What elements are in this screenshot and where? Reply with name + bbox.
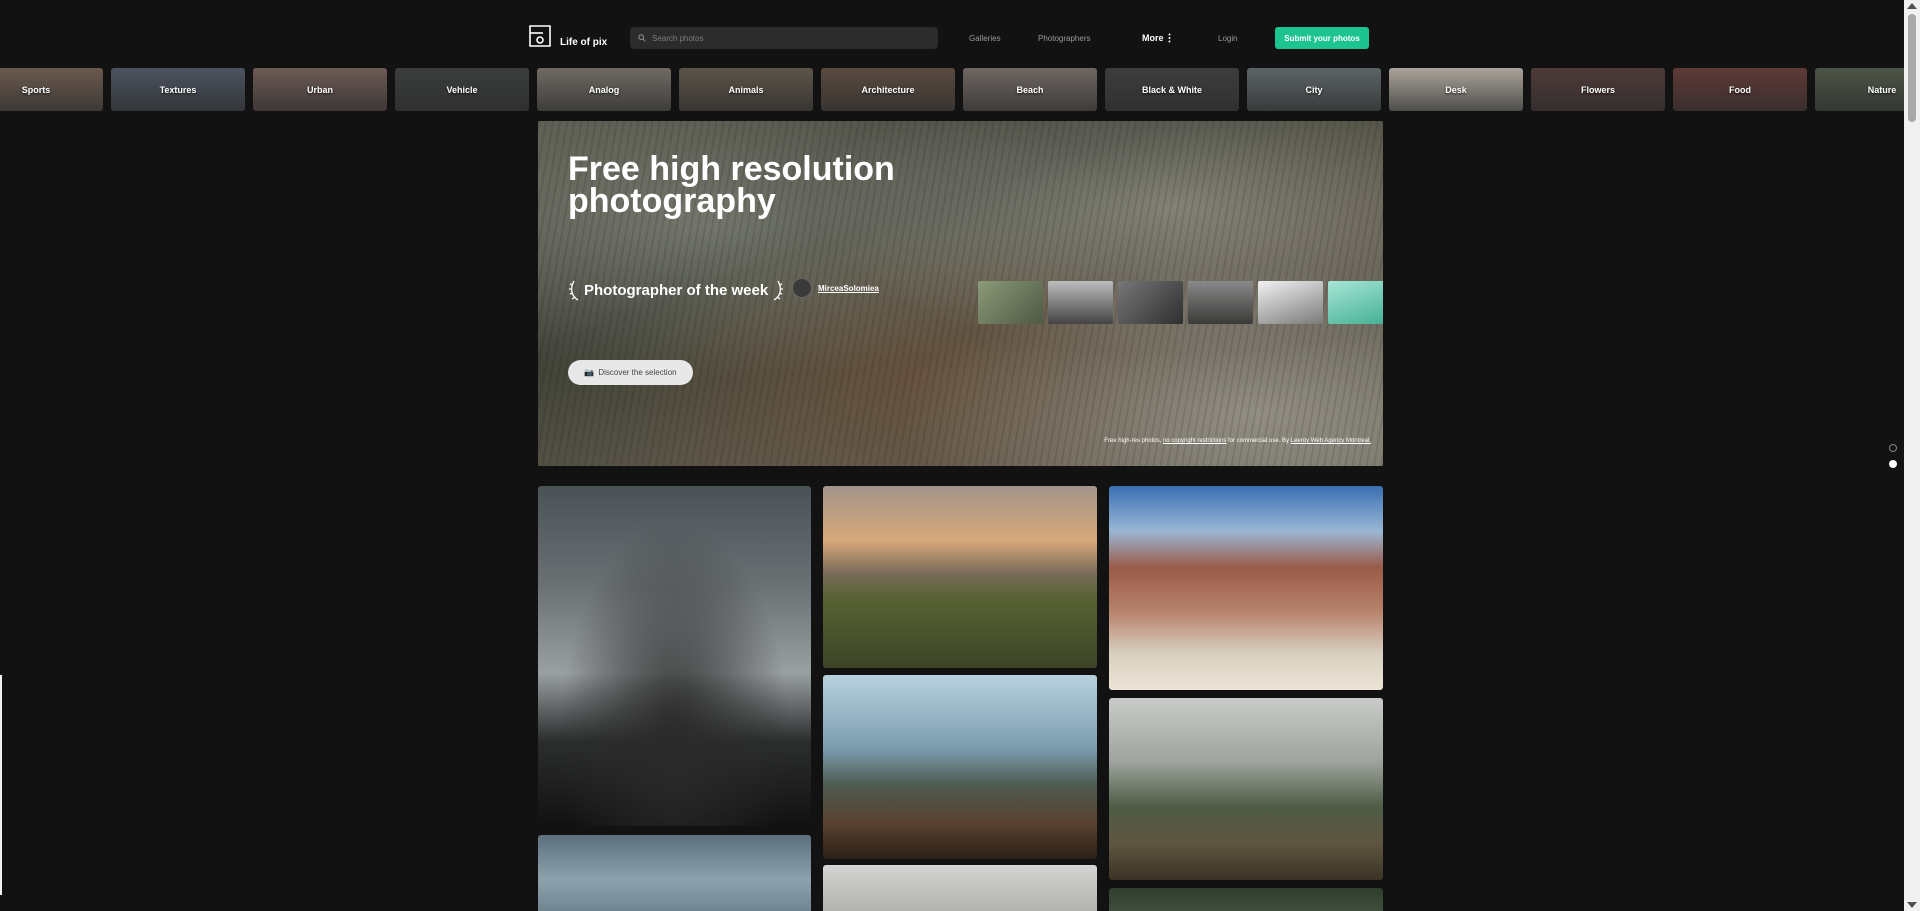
category-label: Beach <box>1016 84 1044 95</box>
top-header: Life of pix Galleries Photographers More… <box>0 0 1904 68</box>
search-input[interactable] <box>652 33 912 43</box>
category-vehicle[interactable]: Vehicle <box>395 68 529 111</box>
category-label: Desk <box>1445 84 1467 95</box>
category-architecture[interactable]: Architecture <box>821 68 955 111</box>
scroll-down-arrow-icon[interactable] <box>1907 902 1917 908</box>
credit-mid: for commercial use. By <box>1228 438 1290 444</box>
avatar <box>792 278 812 298</box>
category-label: Nature <box>1867 84 1897 95</box>
nav-galleries[interactable]: Galleries <box>969 34 1001 43</box>
left-edge-bar <box>0 675 2 895</box>
category-label: Architecture <box>861 84 915 95</box>
category-label: Vehicle <box>446 84 478 95</box>
category-urban[interactable]: Urban <box>253 68 387 111</box>
category-food[interactable]: Food <box>1673 68 1807 111</box>
laurel-left-icon <box>569 280 579 301</box>
category-textures[interactable]: Textures <box>111 68 245 111</box>
thumbnail[interactable] <box>978 281 1043 324</box>
dark-theme-toggle[interactable] <box>1889 460 1897 468</box>
scroll-thumb[interactable] <box>1908 14 1916 122</box>
photographer-link[interactable]: MirceaSolomiea <box>792 278 879 298</box>
logo[interactable]: Life of pix <box>528 24 607 48</box>
thumbnail[interactable] <box>1188 281 1253 324</box>
photo-card[interactable] <box>538 835 811 911</box>
photo-card[interactable] <box>1109 888 1383 911</box>
search-bar[interactable] <box>630 27 938 49</box>
category-sports[interactable]: Sports <box>0 68 103 111</box>
potw-label: Photographer of the week <box>584 281 769 299</box>
category-label: Textures <box>159 84 197 95</box>
page: Life of pix Galleries Photographers More… <box>0 0 1920 911</box>
scrollbar[interactable] <box>1904 0 1920 911</box>
search-icon <box>638 34 646 42</box>
photographer-of-the-week: Photographer of the week <box>568 279 784 301</box>
kebab-icon <box>1168 33 1171 43</box>
credit-prefix: Free high-res photos, <box>1104 438 1162 444</box>
category-analog[interactable]: Analog <box>537 68 671 111</box>
category-label: City <box>1305 84 1323 95</box>
thumbnail[interactable] <box>1328 281 1383 324</box>
category-city[interactable]: City <box>1247 68 1381 111</box>
thumbnail[interactable] <box>1118 281 1183 324</box>
more-menu[interactable]: More <box>1142 33 1171 43</box>
category-label: Urban <box>306 84 333 95</box>
category-label: Animals <box>728 84 764 95</box>
category-label: Food <box>1729 84 1751 95</box>
hero-title: Free high resolution photography <box>568 150 895 220</box>
category-animals[interactable]: Animals <box>679 68 813 111</box>
photo-card[interactable] <box>823 486 1097 668</box>
category-beach[interactable]: Beach <box>963 68 1097 111</box>
photo-card[interactable] <box>823 865 1097 911</box>
photo-card[interactable] <box>538 486 811 826</box>
thumbnail[interactable] <box>1258 281 1323 324</box>
scroll-up-arrow-icon[interactable] <box>1907 3 1917 9</box>
light-theme-toggle[interactable] <box>1889 444 1897 452</box>
category-label: Sports <box>21 84 51 95</box>
agency-link[interactable]: Leeroy Web Agency Montreal. <box>1291 438 1371 444</box>
nav-photographers[interactable]: Photographers <box>1038 34 1090 43</box>
hero-banner: Free high resolution photography Photogr… <box>538 121 1383 466</box>
category-flowers[interactable]: Flowers <box>1531 68 1665 111</box>
discover-label: Discover the selection <box>598 368 677 377</box>
category-black-white[interactable]: Black & White <box>1105 68 1239 111</box>
camera-icon: 📷 <box>584 368 595 377</box>
logo-icon <box>529 25 551 47</box>
more-label: More <box>1142 33 1164 43</box>
photographer-name: MirceaSolomiea <box>818 283 879 293</box>
category-strip: Sports Textures Urban Vehicle Analog Ani… <box>0 68 1920 111</box>
login-link[interactable]: Login <box>1218 34 1238 43</box>
thumbnail[interactable] <box>1048 281 1113 324</box>
category-label: Analog <box>588 84 620 95</box>
category-label: Black & White <box>1141 84 1202 95</box>
photo-card[interactable] <box>1109 486 1383 690</box>
hero-credit: Free high-res photos, no copyright restr… <box>1104 438 1371 444</box>
category-desk[interactable]: Desk <box>1389 68 1523 111</box>
photographer-thumbnails <box>978 281 1383 324</box>
category-label: Flowers <box>1580 84 1615 95</box>
logo-text: Life of pix <box>560 37 608 48</box>
photo-card[interactable] <box>1109 698 1383 880</box>
discover-selection-button[interactable]: 📷 Discover the selection <box>568 360 693 385</box>
submit-photos-button[interactable]: Submit your photos <box>1275 27 1369 49</box>
laurel-right-icon <box>773 280 784 301</box>
no-copyright-link[interactable]: no copyright restrictions <box>1163 438 1226 444</box>
photo-card[interactable] <box>823 675 1097 859</box>
